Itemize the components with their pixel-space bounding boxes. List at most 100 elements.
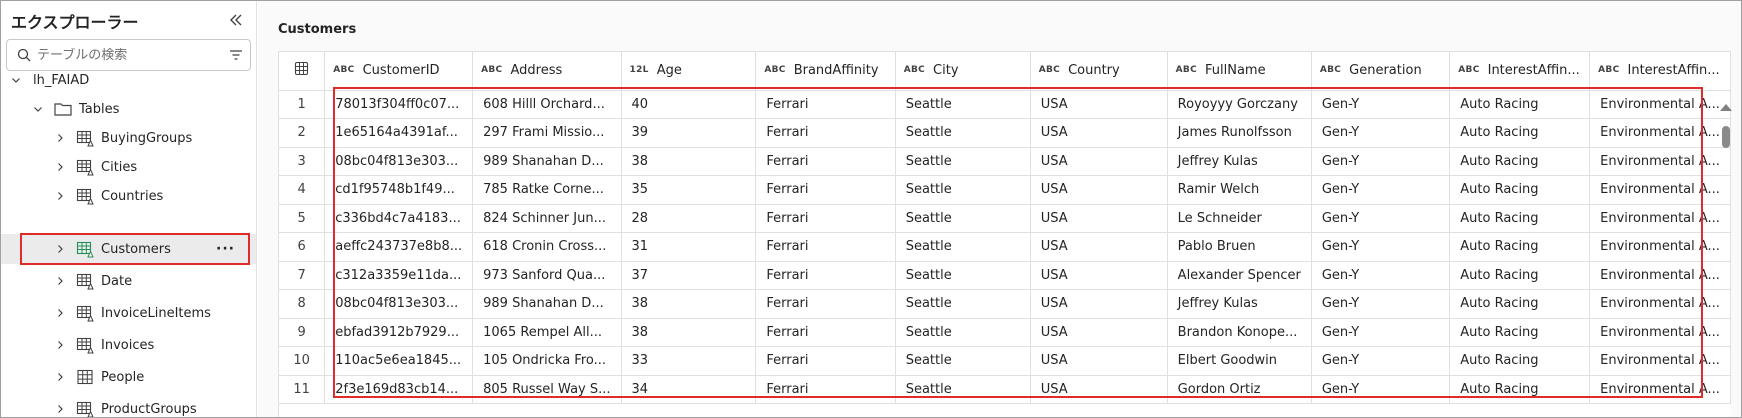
table-cell[interactable]: Environmental A... bbox=[1589, 90, 1731, 119]
table-cell[interactable]: Auto Racing bbox=[1449, 118, 1591, 148]
filter-icon[interactable] bbox=[222, 49, 250, 61]
table-cell[interactable]: 78013f304ff0c07... bbox=[324, 90, 474, 119]
column-header-customerid[interactable]: ABC CustomerID bbox=[324, 52, 474, 91]
select-all-grid-icon[interactable] bbox=[279, 52, 326, 91]
column-header-fullname[interactable]: ABC FullName bbox=[1167, 52, 1312, 91]
table-cell[interactable]: 37 bbox=[621, 261, 757, 290]
table-cell[interactable]: Gen-Y bbox=[1311, 318, 1451, 347]
tree-item-invoices[interactable]: Invoices bbox=[1, 330, 256, 360]
table-cell[interactable]: 33 bbox=[621, 346, 757, 376]
table-cell[interactable]: Environmental A... bbox=[1589, 118, 1731, 148]
scroll-up-arrow-icon[interactable] bbox=[1720, 104, 1732, 111]
tree-item-date[interactable]: Date bbox=[1, 266, 256, 296]
table-cell[interactable]: Seattle bbox=[895, 261, 1031, 290]
tree-item-people[interactable]: People bbox=[1, 362, 256, 392]
table-cell[interactable]: Auto Racing bbox=[1449, 375, 1591, 404]
vertical-scrollbar[interactable] bbox=[1715, 100, 1737, 400]
table-cell[interactable]: Auto Racing bbox=[1449, 147, 1591, 176]
table-cell[interactable]: Auto Racing bbox=[1449, 261, 1591, 290]
table-cell[interactable]: 1065 Rempel All... bbox=[472, 318, 622, 347]
table-cell[interactable]: Ferrari bbox=[755, 318, 896, 347]
table-cell[interactable]: USA bbox=[1030, 118, 1168, 148]
table-row[interactable]: 3 08bc04f813e303... 989 Shanahan D... 38 Fer… bbox=[279, 147, 1731, 176]
table-cell[interactable]: Environmental A... bbox=[1589, 204, 1731, 233]
table-cell[interactable]: 08bc04f813e303... bbox=[324, 289, 474, 319]
table-cell[interactable]: Gen-Y bbox=[1311, 175, 1451, 205]
table-cell[interactable]: USA bbox=[1030, 318, 1168, 347]
table-cell[interactable]: James Runolfsson bbox=[1167, 118, 1312, 148]
table-cell[interactable]: Gen-Y bbox=[1311, 261, 1451, 290]
table-cell[interactable]: 40 bbox=[621, 90, 757, 119]
table-search-input[interactable] bbox=[37, 47, 222, 63]
table-cell[interactable]: Ferrari bbox=[755, 118, 896, 148]
table-cell[interactable]: Auto Racing bbox=[1449, 90, 1591, 119]
tree-item-customers[interactable]: Customers ··· bbox=[1, 234, 256, 264]
table-cell[interactable]: Seattle bbox=[895, 175, 1031, 205]
table-cell[interactable]: Ferrari bbox=[755, 90, 896, 119]
table-cell[interactable]: Pablo Bruen bbox=[1167, 232, 1312, 262]
table-cell[interactable]: 110ac5e6ea1845... bbox=[324, 346, 474, 376]
table-row[interactable]: 8 08bc04f813e303... 989 Shanahan D... 38 Fer… bbox=[279, 289, 1731, 319]
table-cell[interactable]: Auto Racing bbox=[1449, 175, 1591, 205]
table-cell[interactable]: Gordon Ortiz bbox=[1167, 375, 1312, 404]
table-cell[interactable]: Environmental A... bbox=[1589, 346, 1731, 376]
table-cell[interactable]: Auto Racing bbox=[1449, 289, 1591, 319]
column-header-generation[interactable]: ABC Generation bbox=[1311, 52, 1451, 91]
column-header-address[interactable]: ABC Address bbox=[472, 52, 622, 91]
table-cell[interactable]: Ferrari bbox=[755, 289, 896, 319]
table-row[interactable]: 9 ebfad3912b7929... 1065 Rempel All... 38 Fe… bbox=[279, 318, 1731, 347]
table-cell[interactable]: Environmental A... bbox=[1589, 261, 1731, 290]
table-cell[interactable]: 297 Frami Missio... bbox=[472, 118, 622, 148]
table-cell[interactable]: 608 Hilll Orchard... bbox=[472, 90, 622, 119]
table-row[interactable]: 4 cd1f95748b1f49... 785 Ratke Corne... 35 Fe… bbox=[279, 175, 1731, 205]
table-cell[interactable]: Environmental A... bbox=[1589, 232, 1731, 262]
table-cell[interactable]: 08bc04f813e303... bbox=[324, 147, 474, 176]
table-cell[interactable]: 785 Ratke Corne... bbox=[472, 175, 622, 205]
table-cell[interactable]: c336bd4c7a4183... bbox=[324, 204, 474, 233]
table-cell[interactable]: Gen-Y bbox=[1311, 147, 1451, 176]
table-cell[interactable]: 973 Sanford Qua... bbox=[472, 261, 622, 290]
table-cell[interactable]: Gen-Y bbox=[1311, 118, 1451, 148]
table-cell[interactable]: Ferrari bbox=[755, 261, 896, 290]
table-cell[interactable]: USA bbox=[1030, 175, 1168, 205]
table-row[interactable]: 6 aeffc243737e8b8... 618 Cronin Cross... 31… bbox=[279, 232, 1731, 262]
tree-item-cities[interactable]: Cities bbox=[1, 152, 256, 182]
table-cell[interactable]: c312a3359e11da... bbox=[324, 261, 474, 290]
more-options-icon[interactable]: ··· bbox=[216, 241, 235, 257]
table-cell[interactable]: Jeffrey Kulas bbox=[1167, 147, 1312, 176]
table-cell[interactable]: Auto Racing bbox=[1449, 346, 1591, 376]
table-cell[interactable]: Gen-Y bbox=[1311, 204, 1451, 233]
table-cell[interactable]: 38 bbox=[621, 147, 757, 176]
table-cell[interactable]: cd1f95748b1f49... bbox=[324, 175, 474, 205]
column-header-country[interactable]: ABC Country bbox=[1030, 52, 1168, 91]
table-cell[interactable]: USA bbox=[1030, 346, 1168, 376]
table-cell[interactable]: Environmental A... bbox=[1589, 318, 1731, 347]
table-row[interactable]: 1 78013f304ff0c07... 608 Hilll Orchard... 4… bbox=[279, 90, 1731, 119]
table-cell[interactable]: aeffc243737e8b8... bbox=[324, 232, 474, 262]
table-row[interactable]: 7 c312a3359e11da... 973 Sanford Qua... 37 Fe… bbox=[279, 261, 1731, 290]
table-cell[interactable]: 39 bbox=[621, 118, 757, 148]
table-cell[interactable]: 105 Ondricka Fro... bbox=[472, 346, 622, 376]
table-cell[interactable]: USA bbox=[1030, 204, 1168, 233]
table-row[interactable]: 5 c336bd4c7a4183... 824 Schinner Jun... 28 F… bbox=[279, 204, 1731, 233]
collapse-sidebar-button[interactable] bbox=[225, 9, 247, 31]
table-row[interactable]: 11 2f3e169d83cb14... 805 Russel Way S... 34… bbox=[279, 375, 1731, 404]
table-cell[interactable]: Brandon Konope... bbox=[1167, 318, 1312, 347]
table-cell[interactable]: Seattle bbox=[895, 318, 1031, 347]
table-cell[interactable]: 31 bbox=[621, 232, 757, 262]
table-row[interactable]: 10 110ac5e6ea1845... 105 Ondricka Fro... 33… bbox=[279, 346, 1731, 376]
table-cell[interactable]: 35 bbox=[621, 175, 757, 205]
table-cell[interactable]: 34 bbox=[621, 375, 757, 404]
column-header-interestaffinity-2[interactable]: ABC InterestAffin... bbox=[1589, 52, 1731, 91]
column-header-city[interactable]: ABC City bbox=[895, 52, 1031, 91]
table-cell[interactable]: 618 Cronin Cross... bbox=[472, 232, 622, 262]
table-cell[interactable]: Seattle bbox=[895, 289, 1031, 319]
table-cell[interactable]: 28 bbox=[621, 204, 757, 233]
table-cell[interactable]: Gen-Y bbox=[1311, 289, 1451, 319]
table-cell[interactable]: Seattle bbox=[895, 204, 1031, 233]
table-cell[interactable]: Elbert Goodwin bbox=[1167, 346, 1312, 376]
tree-item-productgroups[interactable]: ProductGroups bbox=[1, 394, 256, 417]
table-cell[interactable]: Ramir Welch bbox=[1167, 175, 1312, 205]
table-cell[interactable]: Seattle bbox=[895, 90, 1031, 119]
table-cell[interactable]: Gen-Y bbox=[1311, 232, 1451, 262]
